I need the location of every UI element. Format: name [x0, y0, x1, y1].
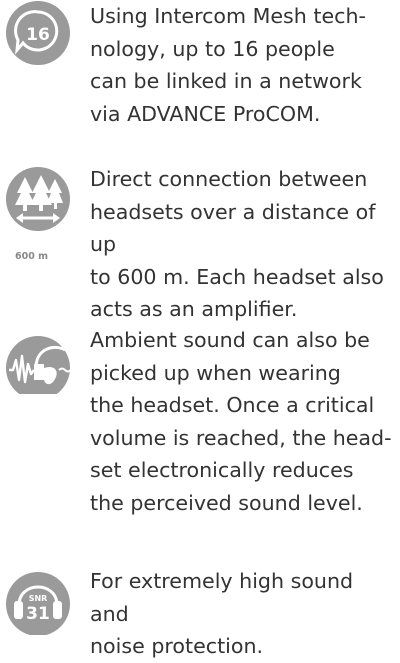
feature-ambient-sound-text: Ambient sound can also be picked up when… — [90, 328, 392, 515]
feature-range-text: Direct connection between headsets over … — [90, 167, 384, 321]
range-trees-icon: 600 m — [3, 163, 73, 262]
feature-mesh-intercom-text: Using Intercom Mesh tech- nology, up to … — [90, 4, 366, 126]
range-caption: 600 m — [15, 251, 49, 262]
snr-31-icon: SNR 31 — [3, 565, 73, 635]
intercom-16-icon: 16 — [3, 0, 73, 70]
feature-snr-text: For extremely high sound and noise prote… — [90, 569, 354, 658]
ambient-sound-icon — [3, 324, 73, 394]
snr-label-value: 31 — [26, 604, 50, 624]
snr-label-top: SNR — [29, 594, 48, 603]
intercom-16-label: 16 — [26, 25, 50, 45]
